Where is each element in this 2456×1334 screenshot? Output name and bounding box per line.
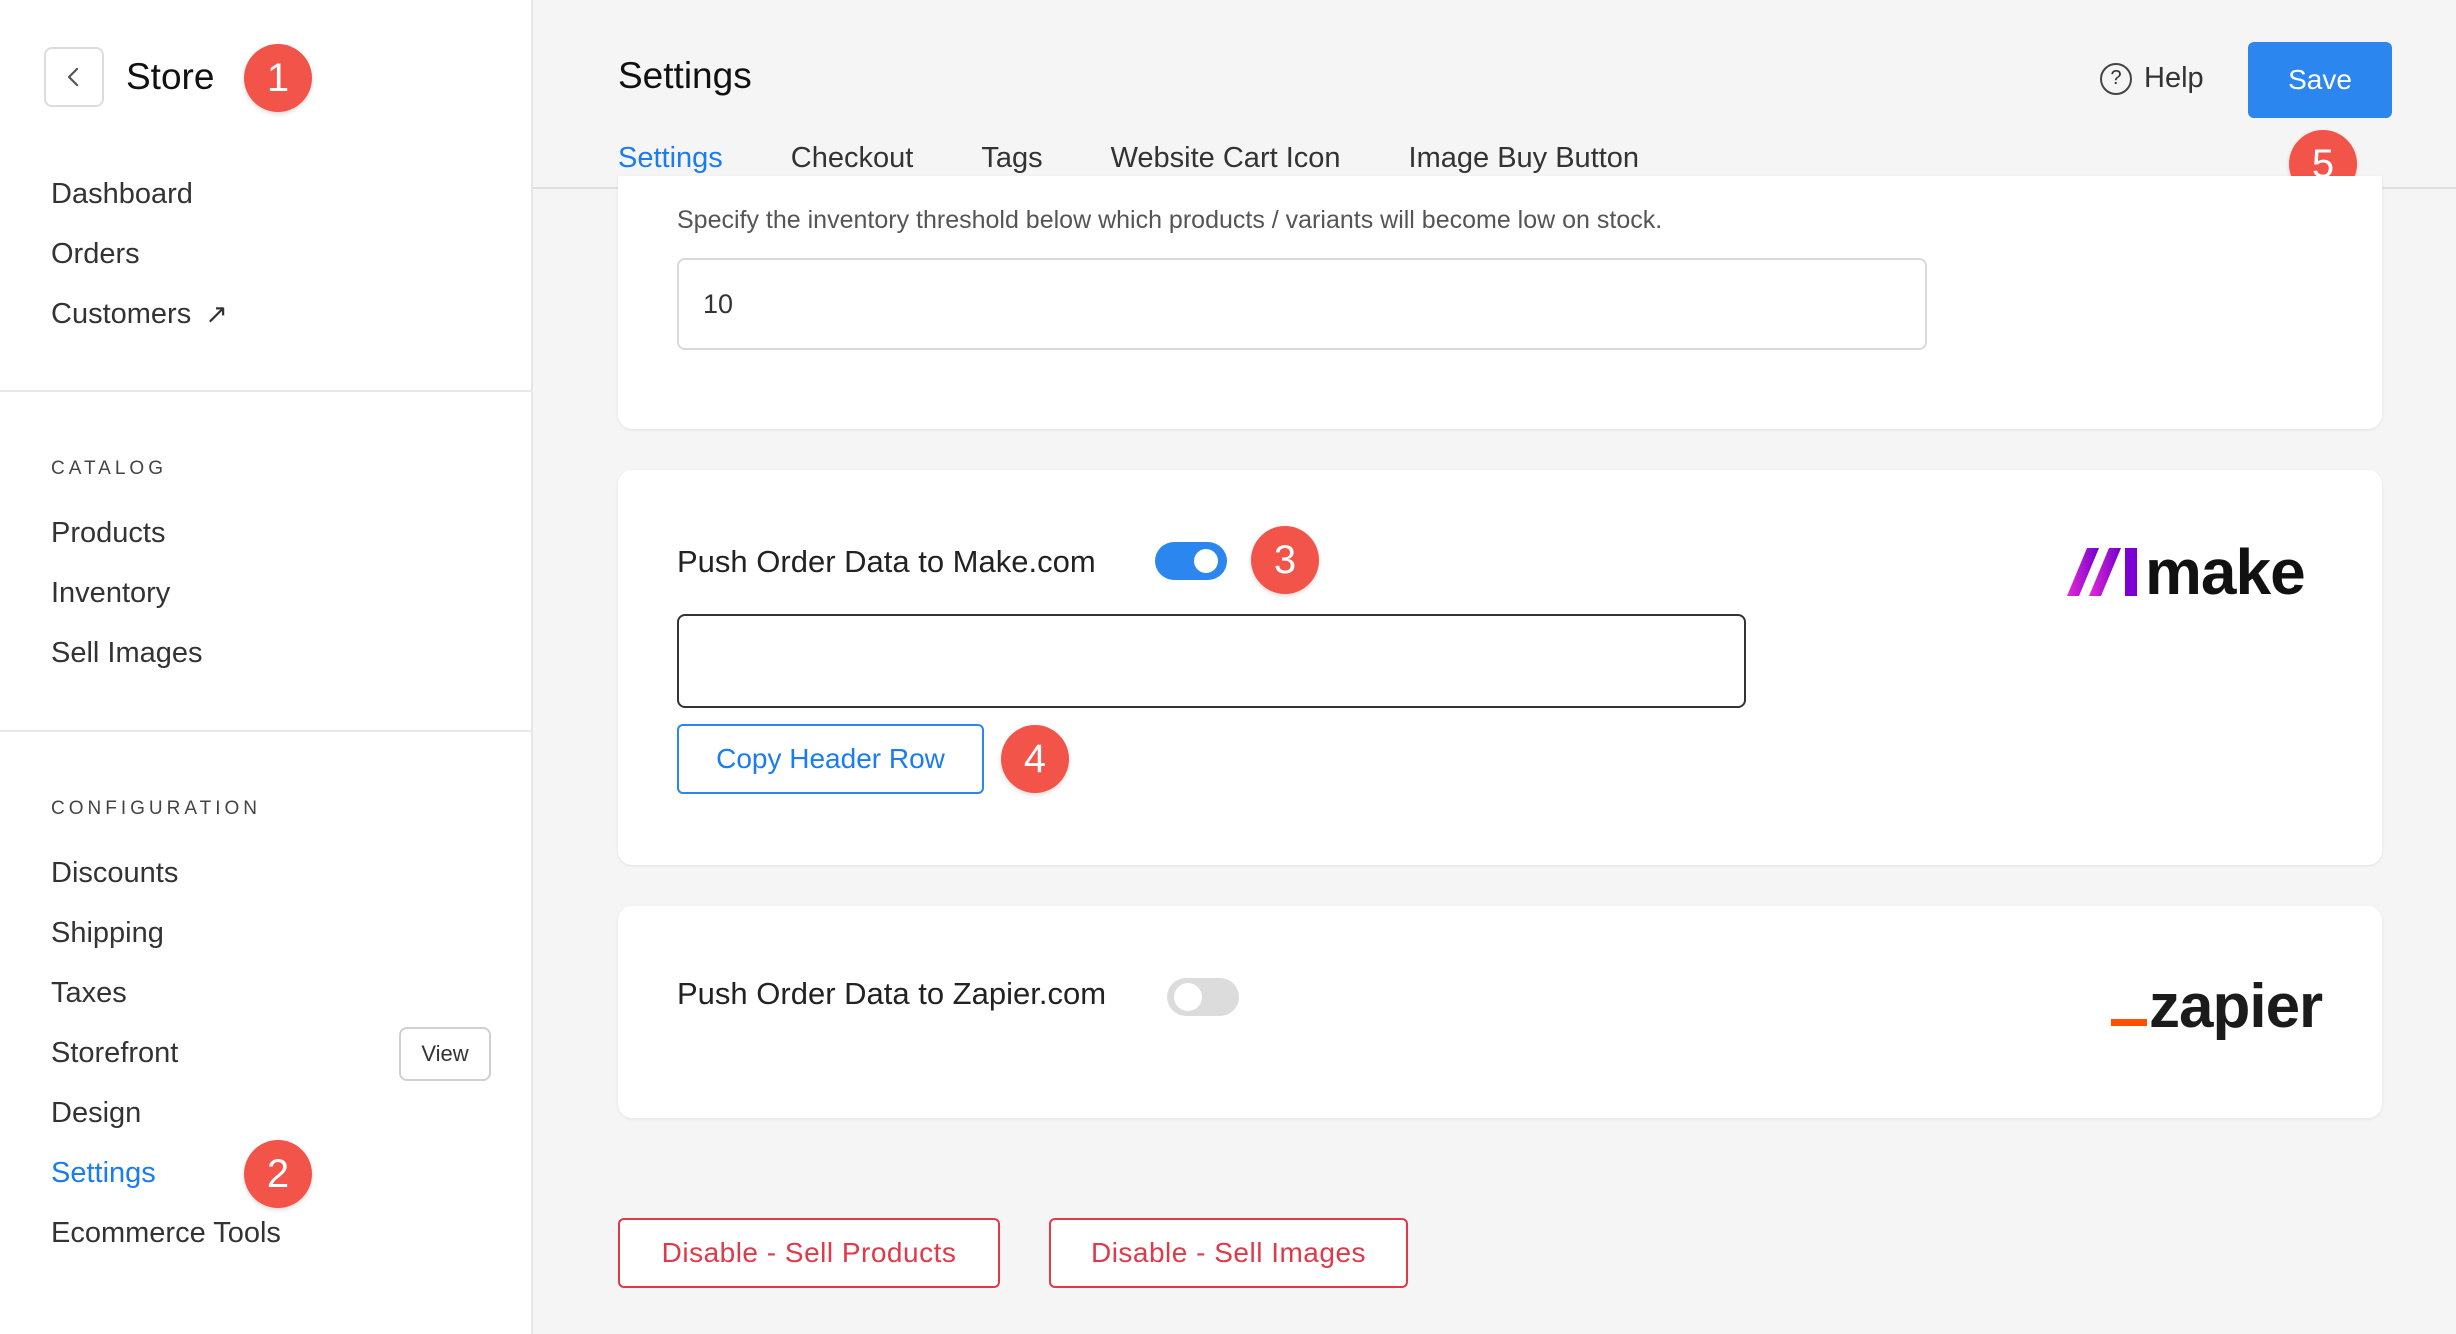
sidebar-item-orders[interactable]: Orders [51,224,228,284]
zapier-integration-toggle[interactable] [1167,978,1239,1016]
sidebar-item-dashboard[interactable]: Dashboard [51,164,228,224]
sidebar-divider [0,390,533,392]
sidebar-top-nav: Dashboard Orders Customers ↗ [51,164,228,344]
low-stock-hint: Specify the inventory threshold below wh… [677,206,1663,234]
catalog-section: CATALOG [51,458,167,480]
sidebar: Store 1 Dashboard Orders Customers ↗ CAT… [0,0,533,1334]
sidebar-item-customers[interactable]: Customers ↗ [51,284,228,344]
configuration-nav: Discounts Shipping Taxes Storefront Desi… [51,843,281,1263]
save-button[interactable]: Save [2248,42,2392,118]
help-label: Help [2144,62,2204,94]
zapier-logo-mark-icon [2111,1019,2147,1026]
chevron-left-icon [67,67,79,87]
sidebar-divider [0,730,533,732]
sidebar-item-ecommerce-tools[interactable]: Ecommerce Tools [51,1203,281,1263]
zapier-integration-label: Push Order Data to Zapier.com [677,976,1107,1011]
zapier-integration-card: Push Order Data to Zapier.com zapier [618,906,2382,1118]
sidebar-item-inventory[interactable]: Inventory [51,563,203,623]
make-logo-mark-icon [2067,548,2137,596]
disable-sell-images-button[interactable]: Disable - Sell Images [1049,1218,1408,1288]
low-stock-card: Specify the inventory threshold below wh… [618,176,2382,429]
back-button[interactable] [44,47,104,107]
make-logo-text: make [2145,536,2306,608]
make-integration-label: Push Order Data to Make.com [677,544,1096,579]
sidebar-item-taxes[interactable]: Taxes [51,963,281,1023]
make-webhook-url-input[interactable] [677,614,1746,708]
sidebar-item-design[interactable]: Design [51,1083,281,1143]
annotation-badge-2: 2 [244,1140,312,1208]
make-logo: make [2065,536,2306,608]
sidebar-item-sell-images[interactable]: Sell Images [51,623,203,683]
sidebar-item-label: Customers [51,298,192,330]
low-stock-threshold-input[interactable]: 10 [677,258,1927,350]
sidebar-header: Store [44,47,214,107]
external-link-icon: ↗ [205,299,228,329]
catalog-nav: Products Inventory Sell Images [51,503,203,683]
sidebar-title: Store [126,56,215,97]
toggle-knob [1194,549,1218,573]
configuration-section: CONFIGURATION [51,798,261,820]
toggle-knob [1174,983,1202,1011]
configuration-section-label: CONFIGURATION [51,798,261,819]
make-integration-toggle[interactable] [1155,542,1227,580]
make-integration-card: Push Order Data to Make.com 3 Copy Heade… [618,470,2382,865]
annotation-badge-1: 1 [244,44,312,112]
sidebar-item-shipping[interactable]: Shipping [51,903,281,963]
help-link[interactable]: ? Help [2100,62,2204,95]
help-icon: ? [2100,62,2132,95]
catalog-section-label: CATALOG [51,458,167,479]
annotation-badge-4: 4 [1001,725,1069,793]
storefront-view-button[interactable]: View [399,1027,491,1081]
page-title: Settings [618,55,752,96]
sidebar-item-storefront[interactable]: Storefront [51,1023,281,1083]
annotation-badge-3: 3 [1251,526,1319,594]
zapier-logo: zapier [2111,972,2323,1042]
copy-header-row-button[interactable]: Copy Header Row [677,724,984,794]
sidebar-item-discounts[interactable]: Discounts [51,843,281,903]
zapier-logo-text: zapier [2149,972,2323,1041]
sidebar-item-products[interactable]: Products [51,503,203,563]
disable-sell-products-button[interactable]: Disable - Sell Products [618,1218,1000,1288]
